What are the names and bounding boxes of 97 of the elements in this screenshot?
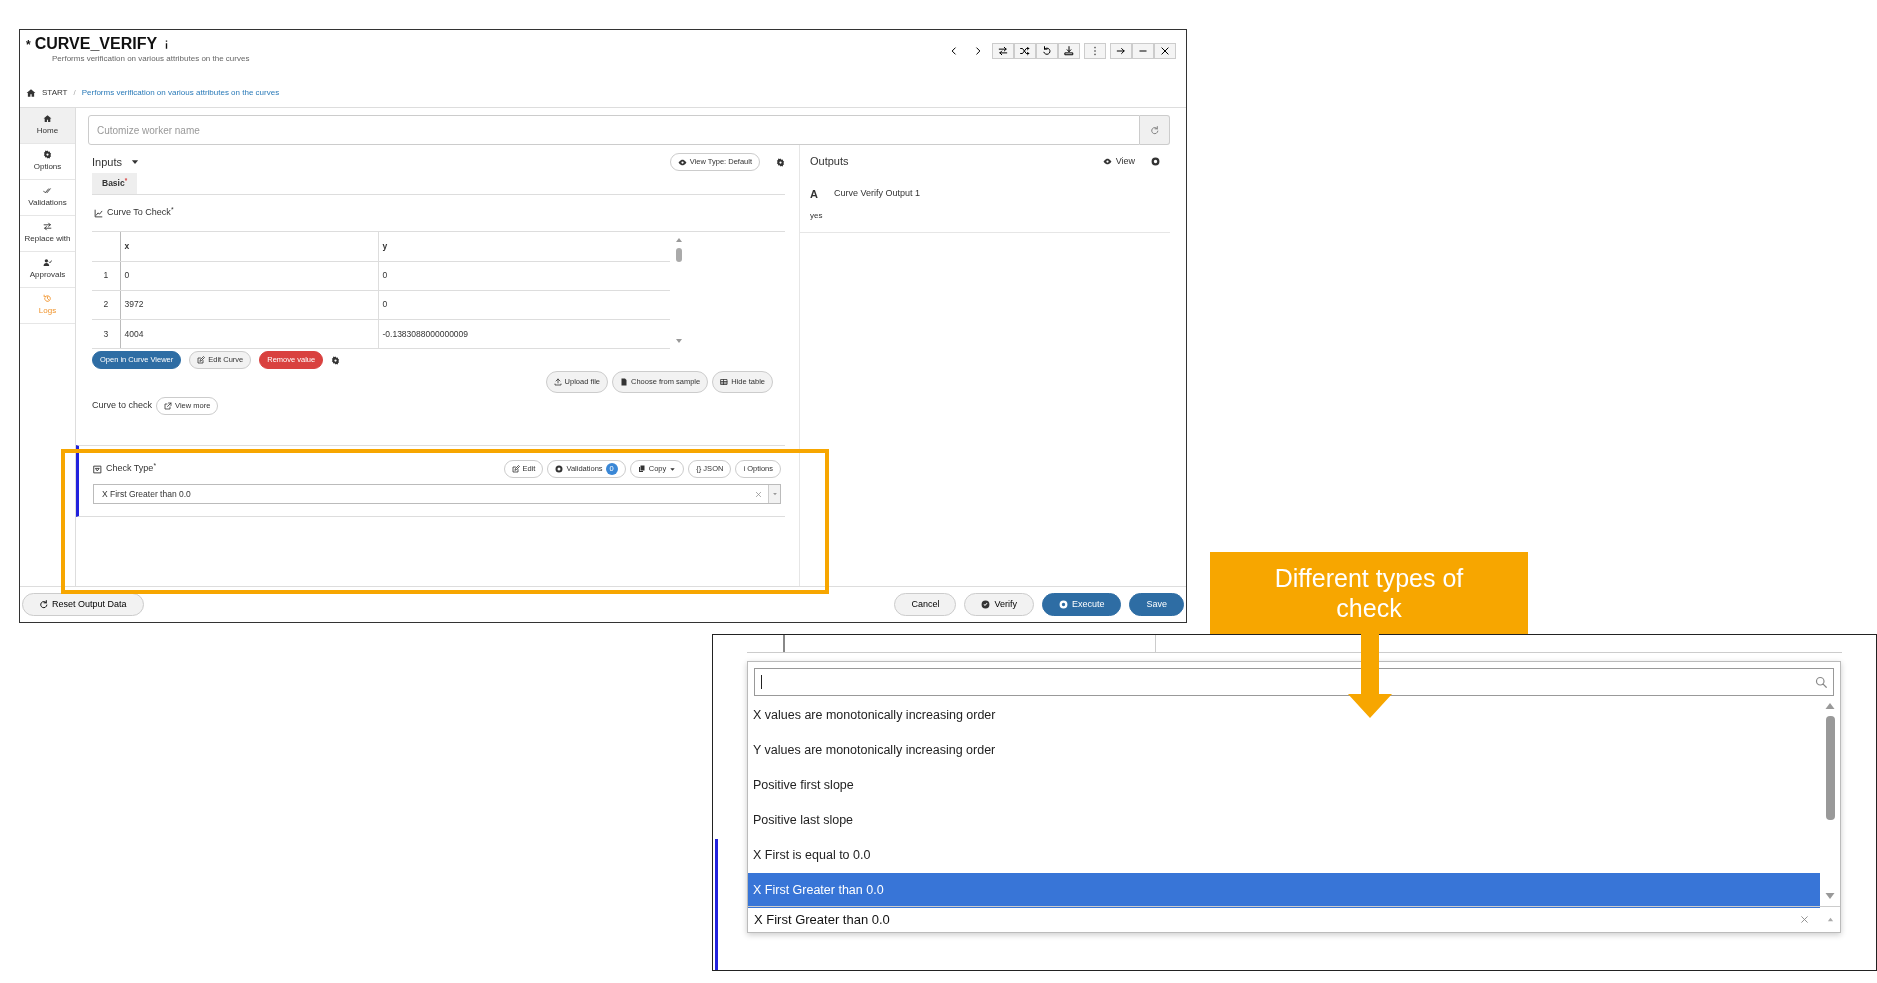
table-cell: -0.1383088000000009 — [378, 319, 670, 349]
modified-mark: * — [26, 38, 31, 52]
view-link[interactable]: View — [1102, 154, 1135, 168]
window-subtitle: Performs verification on various attributes on the curves — [52, 53, 250, 66]
primary-button[interactable]: Execute — [1041, 592, 1122, 617]
output-name: Curve Verify Output 1 — [833, 187, 920, 200]
sidebar-item[interactable]: Approvals — [20, 252, 75, 288]
double-check-icon — [43, 186, 52, 195]
sidebar-item[interactable]: Validations — [20, 180, 75, 216]
secondary-button[interactable]: Cancel — [894, 592, 957, 617]
sidebar-item[interactable]: Options — [20, 144, 75, 180]
table-cell: 0 — [378, 261, 670, 291]
worker-name-field[interactable]: Cutomize worker name — [88, 115, 1140, 145]
ring-icon — [1058, 600, 1068, 609]
swap-arrows-icon — [43, 222, 52, 231]
column-header: y — [378, 232, 670, 261]
refresh-icon — [39, 600, 48, 609]
chart-icon — [94, 208, 103, 218]
output-value: yes — [810, 210, 824, 222]
reset-output-button[interactable]: Reset Output Data — [22, 592, 144, 617]
edit-icon — [511, 465, 520, 473]
dropdown-option[interactable]: X First Greater than 0.0 — [748, 872, 1820, 908]
copy-icon — [637, 465, 646, 473]
chevron-right-icon — [973, 45, 983, 56]
caret-up-icon — [1827, 916, 1834, 924]
dropdown-option[interactable]: X values are monotonically increasing order — [748, 697, 1820, 733]
dropdown-option[interactable]: X First is equal to 0.0 — [748, 837, 1820, 873]
arrow-right-icon — [1116, 45, 1126, 56]
table-icon — [720, 378, 729, 386]
close-button[interactable] — [1154, 42, 1176, 59]
row-number: 2 — [92, 290, 120, 320]
section-title: Inputs — [92, 154, 122, 170]
undo-button[interactable] — [1036, 42, 1058, 59]
download-icon — [1064, 45, 1074, 56]
home-icon — [26, 87, 36, 98]
scroll-thumb[interactable] — [676, 248, 682, 262]
sidebar-item[interactable]: Home — [20, 108, 75, 144]
ring-icon — [1151, 156, 1160, 166]
edit-icon — [197, 356, 206, 364]
breadcrumb-item[interactable]: START — [42, 86, 68, 99]
field-label: Curve to check — [92, 399, 153, 413]
table-cell: 3972 — [120, 290, 378, 320]
field-label: Curve To Check$^{*}$ — [107, 206, 174, 220]
home-icon — [43, 114, 52, 123]
section-title: Outputs — [810, 154, 849, 169]
minimize-button[interactable] — [1132, 42, 1154, 59]
scroll-down-icon — [675, 337, 683, 345]
clear-icon — [1800, 915, 1809, 925]
breadcrumb-separator: / — [73, 86, 76, 99]
settings-icon — [331, 355, 341, 365]
user-check-icon — [43, 258, 52, 267]
select-field[interactable]: X First Greater than 0.0 — [748, 906, 1840, 932]
row-number: 1 — [92, 261, 120, 291]
refresh-button[interactable] — [1140, 115, 1170, 145]
undo-icon — [1042, 45, 1052, 56]
callout-label: Different types of check — [1210, 552, 1528, 634]
breadcrumb-link[interactable]: Performs verification on various attributes on the curves — [81, 86, 280, 99]
ring-icon — [555, 465, 564, 473]
external-link-icon — [164, 402, 173, 410]
field-label: Check Type$^{*}$ — [106, 462, 156, 476]
row-number: 3 — [92, 319, 120, 349]
dropdown-option[interactable]: Positive last slope — [748, 802, 1820, 838]
file-icon — [620, 378, 628, 386]
search-icon — [1815, 675, 1827, 688]
window-title: CURVE_VERIFY — [34, 35, 157, 52]
scroll-thumb[interactable] — [1825, 715, 1835, 820]
upload-icon — [553, 378, 562, 386]
shuffle-button[interactable] — [1014, 42, 1036, 59]
sidebar-item[interactable]: Replace with — [20, 216, 75, 252]
table-cell: 0 — [378, 290, 670, 320]
primary-button[interactable]: Save — [1129, 592, 1184, 617]
settings-icon — [43, 150, 52, 159]
shuffle-icon — [1020, 45, 1030, 56]
eye-icon — [677, 157, 687, 167]
forward-button[interactable] — [1110, 42, 1132, 59]
settings-icon — [776, 157, 785, 167]
chevron-left-icon — [949, 45, 959, 56]
swap-arrows-icon — [998, 45, 1008, 56]
eye-icon — [1102, 156, 1112, 166]
tab[interactable]: Basic$^{*}$ — [92, 173, 138, 194]
table-cell: 0 — [120, 261, 378, 291]
caret-icon — [669, 465, 677, 473]
secondary-button[interactable]: Verify — [964, 592, 1034, 617]
dropdown-icon — [93, 464, 102, 474]
column-header: x — [120, 232, 378, 261]
table-header — [92, 232, 120, 261]
table-cell: 4004 — [120, 319, 378, 349]
dropdown-option[interactable]: Y values are monotonically increasing order — [748, 732, 1820, 768]
close-icon — [1160, 45, 1170, 56]
download-button[interactable] — [1058, 42, 1080, 59]
history-icon — [43, 294, 52, 303]
swap-button[interactable] — [992, 42, 1014, 59]
search-field[interactable] — [754, 668, 1834, 696]
type-mark: A — [810, 186, 818, 202]
scroll-up-icon — [675, 236, 683, 244]
dropdown-option[interactable]: Positive first slope — [748, 767, 1820, 803]
refresh-icon — [1150, 125, 1159, 135]
